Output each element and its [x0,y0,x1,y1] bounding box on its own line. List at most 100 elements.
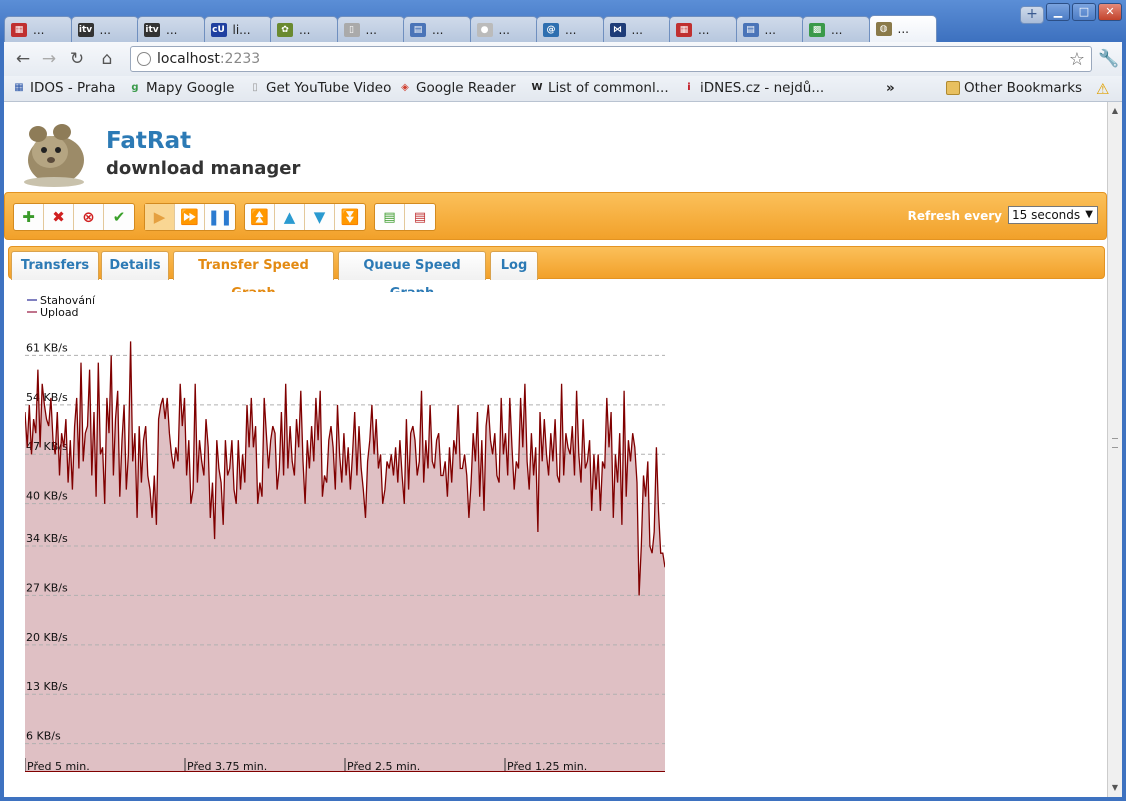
transfer-edit-group: ✚ ✖ ⊗ ✔ [13,203,135,231]
warning-icon[interactable]: ⚠ [1096,80,1109,98]
bookmark-item[interactable]: ▯ Get YouTube Video [248,80,391,96]
reader-icon: ◈ [401,82,409,93]
force-resume-icon[interactable]: ⏩ [175,204,205,230]
bookmark-item[interactable]: W List of commonl... [530,80,669,96]
map-icon: ▩ [809,22,825,37]
doc-icon: ▤ [742,22,759,37]
bookmarks-bar: » Other Bookmarks ⚠ ▦ IDOS - Praha g Mapy G… [4,76,1122,102]
close-window-button[interactable]: ✕ [1098,3,1122,21]
move-top-icon[interactable]: ⏫ [245,204,275,230]
wikipedia-icon: W [531,82,543,93]
queue-group: ▤ ▤ [374,203,436,231]
browser-tab[interactable]: ⋈... [602,16,671,42]
browser-tab[interactable]: ▦... [4,16,72,42]
browser-tab-label: ... [764,22,776,37]
remove-queue-icon[interactable]: ▤ [405,204,435,230]
browser-tab-label: ... [166,22,178,37]
browser-tab[interactable]: ●... [469,16,538,42]
bookmark-item[interactable]: g Mapy Google [128,80,234,96]
refresh-interval-select[interactable]: 15 seconds ▼ [1008,206,1098,224]
legend-entry: Upload [40,306,79,319]
y-tick-label: 61 KB/s [26,341,68,354]
minimize-button[interactable]: ▁ [1046,3,1070,21]
browser-tab[interactable]: cU li... [203,16,272,42]
url-host: localhost [157,51,220,67]
tab-log[interactable]: Log [490,251,538,280]
browser-tab-label: ... [498,22,510,37]
move-bottom-icon[interactable]: ⏬ [335,204,365,230]
tab-transfer-speed-graph[interactable]: Transfer Speed Graph [173,251,334,301]
move-down-icon[interactable]: ▼ [305,204,335,230]
browser-tab-label: ... [299,22,311,37]
idos-icon: ▦ [14,82,24,93]
browser-tab[interactable]: ▩... [802,16,870,42]
itv-icon: itv [77,22,94,37]
browser-tab[interactable]: ▯... [336,16,405,42]
bookmark-label: iDNES.cz - nejdů... [700,80,825,96]
browser-tab[interactable]: ▤... [403,16,471,42]
maximize-button[interactable]: □ [1072,3,1096,21]
other-bookmarks[interactable]: Other Bookmarks [946,80,1082,96]
bookmark-star-icon[interactable]: ☆ [1069,49,1085,70]
bookmark-item[interactable]: i iDNES.cz - nejdů... [682,80,824,96]
delete-icon[interactable]: ✖ [44,204,74,230]
scroll-up-arrow-icon[interactable]: ▲ [1108,104,1122,118]
browser-tab[interactable]: ▤... [735,16,804,42]
add-icon[interactable]: ✚ [14,204,44,230]
refresh-interval-value: 15 seconds [1012,208,1081,222]
app-subtitle: download manager [106,158,301,179]
home-icon[interactable]: ⌂ [96,49,118,69]
tab-details[interactable]: Details [101,251,169,280]
browser-tab[interactable]: ◍... [868,15,937,42]
url-port: :2233 [219,51,261,67]
x-tick-label: Před 3.75 min. [187,760,267,772]
move-up-icon[interactable]: ▲ [275,204,305,230]
bookmark-label: Get YouTube Video [266,80,392,96]
browser-toolbar: ← → ↻ ⌂ localhost:2233 ☆ 🔧 [4,42,1122,76]
itv-icon: itv [144,22,160,37]
transfer-speed-graph: 61 KB/s54 KB/s47 KB/s40 KB/s34 KB/s27 KB… [25,292,665,772]
forward-arrow-icon[interactable]: → [38,49,60,69]
wrench-icon[interactable]: 🔧 [1098,49,1119,69]
y-tick-label: 27 KB/s [26,581,68,594]
action-toolbar: ✚ ✖ ⊗ ✔ ▶ ⏩ ❚❚ ⏫ ▲ ▼ ⏬ ▤ ▤ Refresh every [4,192,1107,240]
pause-icon[interactable]: ❚❚ [205,204,235,230]
move-group: ⏫ ▲ ▼ ⏬ [244,203,366,231]
resume-icon[interactable]: ▶ [145,204,175,230]
delete-with-data-icon[interactable]: ⊗ [74,204,104,230]
scroll-grip[interactable] [1112,438,1118,448]
browser-tab-label: ... [631,22,643,37]
transfer-state-group: ▶ ⏩ ❚❚ [144,203,236,231]
calendar-icon: ▦ [676,22,692,37]
browser-tab[interactable]: itv... [70,16,139,42]
back-arrow-icon[interactable]: ← [12,49,34,69]
browser-tabstrip: ▦... itv... itv... cU li... ✿... ▯... ▤... ●... @… [4,14,1044,42]
check-icon[interactable]: ✔ [104,204,134,230]
bookmark-item[interactable]: ◈ Google Reader [398,80,516,96]
page-scrollbar[interactable]: ▲ ▼ [1107,102,1122,797]
browser-tab[interactable]: ▦... [669,16,737,42]
browser-tab[interactable]: @... [536,16,604,42]
bookmark-item[interactable]: ▦ IDOS - Praha [12,80,115,96]
page-icon: ▯ [343,22,360,37]
folder-icon [946,81,960,95]
scroll-down-arrow-icon[interactable]: ▼ [1108,781,1122,795]
address-bar[interactable]: localhost:2233 ☆ [130,46,1092,72]
add-queue-icon[interactable]: ▤ [375,204,405,230]
tab-transfers[interactable]: Transfers [11,251,99,280]
curl-icon: cU [210,22,227,37]
bookmark-label: Google Reader [416,80,516,96]
browser-tab[interactable]: ✿... [270,16,338,42]
browser-tab-label: ... [365,22,377,37]
browser-tab-label: ... [432,22,444,37]
app-title: FatRat [106,128,192,154]
browser-tab[interactable]: itv... [137,16,205,42]
browser-tab-label: ... [897,22,909,36]
more-bookmarks-chevron[interactable]: » [886,80,895,96]
y-tick-label: 6 KB/s [26,730,61,743]
new-tab-button[interactable]: + [1020,6,1044,24]
reload-icon[interactable]: ↻ [66,49,88,69]
tab-queue-speed-graph[interactable]: Queue Speed Graph [338,251,486,301]
x-tick-label: Před 2.5 min. [347,760,420,772]
bookmark-label: List of commonl... [548,80,669,96]
